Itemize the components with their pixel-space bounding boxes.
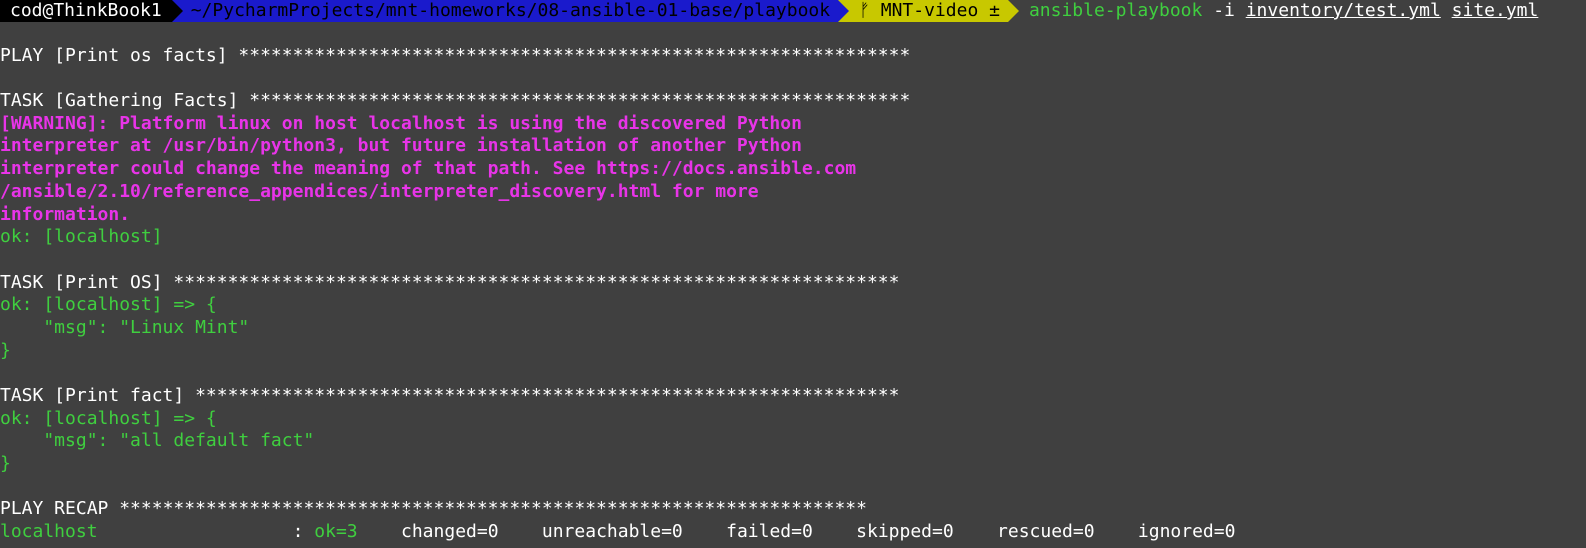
recap-counts: changed=0 unreachable=0 failed=0 skipped… bbox=[357, 521, 1236, 543]
prompt-path: ~/PycharmProjects/mnt-homeworks/08-ansib… bbox=[182, 0, 839, 22]
command-flag: -i bbox=[1213, 0, 1235, 21]
prompt-git-branch: ᚠ MNT-video ± bbox=[849, 0, 1008, 22]
warning-line: information. bbox=[0, 203, 131, 225]
warning-line: interpreter could change the meaning of … bbox=[0, 158, 857, 180]
task-result: ok: [localhost] bbox=[0, 226, 163, 248]
shell-prompt: cod@ThinkBook1 ~/PycharmProjects/mnt-hom… bbox=[0, 0, 1586, 22]
task-result: ok: [localhost] => { bbox=[0, 407, 217, 429]
recap-row: localhost : ok=3 changed=0 unreachable=0… bbox=[0, 521, 1586, 544]
task-print-os-header: TASK [Print OS] ************************… bbox=[0, 271, 900, 293]
command-inventory-arg: inventory/test.yml bbox=[1245, 0, 1441, 21]
task-gathering-facts-header: TASK [Gathering Facts] *****************… bbox=[0, 90, 911, 112]
command-name: ansible-playbook bbox=[1028, 0, 1203, 21]
task-print-fact-header: TASK [Print fact] **********************… bbox=[0, 385, 900, 406]
play-recap-header: PLAY RECAP *****************************… bbox=[0, 498, 867, 520]
powerline-separator-icon bbox=[171, 0, 183, 22]
powerline-separator-icon bbox=[1007, 0, 1019, 22]
task-msg: "msg": "all default fact" bbox=[0, 430, 315, 452]
play-header: PLAY [Print os facts] ******************… bbox=[0, 44, 911, 66]
task-result-close: } bbox=[0, 339, 11, 361]
prompt-user-host: cod@ThinkBook1 bbox=[0, 0, 172, 22]
warning-line: interpreter at /usr/bin/python3, but fut… bbox=[0, 135, 802, 157]
task-msg: "msg": "Linux Mint" bbox=[0, 316, 250, 338]
recap-ok: ok=3 bbox=[314, 521, 358, 543]
powerline-separator-icon bbox=[838, 0, 850, 22]
warning-line: [WARNING]: Platform linux on host localh… bbox=[0, 112, 802, 134]
command-playbook-arg: site.yml bbox=[1451, 0, 1539, 21]
task-result-close: } bbox=[0, 453, 11, 475]
recap-host: localhost : bbox=[0, 521, 315, 543]
terminal-window[interactable]: cod@ThinkBook1 ~/PycharmProjects/mnt-hom… bbox=[0, 0, 1586, 548]
task-result: ok: [localhost] => { bbox=[0, 294, 217, 316]
warning-line: /ansible/2.10/reference_appendices/inter… bbox=[0, 180, 759, 202]
